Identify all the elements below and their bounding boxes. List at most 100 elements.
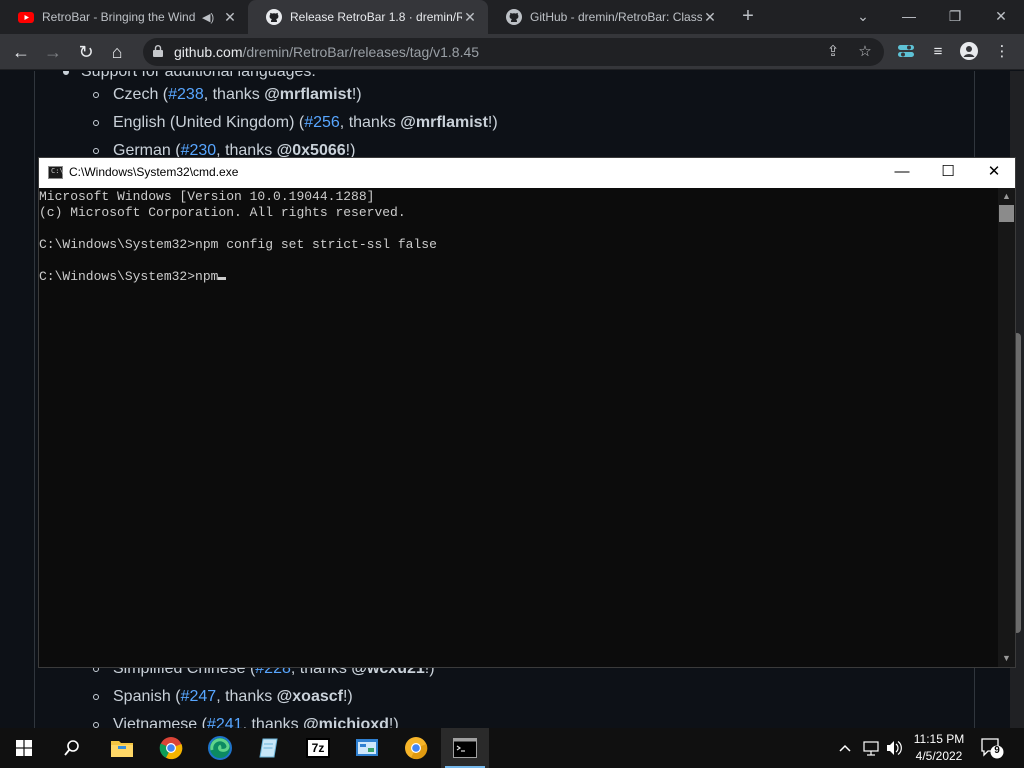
network-icon xyxy=(863,741,879,756)
console-prompt-line: C:\Windows\System32>npm xyxy=(39,269,227,285)
home-icon[interactable]: ⌂ xyxy=(104,39,130,65)
taskbar-app-control-panel[interactable] xyxy=(343,728,391,768)
tab-youtube[interactable]: RetroBar - Bringing the Wind ◀) ✕ xyxy=(0,0,248,34)
github-icon xyxy=(506,9,522,25)
item-text: !) xyxy=(342,688,353,705)
control-panel-icon xyxy=(356,739,378,756)
user-mention[interactable]: @mrflamist xyxy=(264,86,352,103)
url-text: github.com/dremin/RetroBar/releases/tag/… xyxy=(174,44,479,60)
tab-search-icon[interactable]: ⌄ xyxy=(840,0,886,34)
back-icon[interactable]: ← xyxy=(8,39,34,65)
list-bullet xyxy=(93,120,99,126)
list-item: English (United Kingdom) (#256, thanks @… xyxy=(113,114,498,132)
item-text: Czech ( xyxy=(113,86,169,103)
chrome-icon xyxy=(159,737,183,760)
speaker-icon[interactable]: ◀) xyxy=(202,11,216,24)
cmd-scrollbar-thumb[interactable] xyxy=(999,205,1014,222)
cmd-titlebar[interactable]: C:\ C:\Windows\System32\cmd.exe — ☐ ✕ xyxy=(39,158,1015,188)
issue-link[interactable]: #241 xyxy=(207,716,243,728)
edge-icon xyxy=(208,736,232,760)
user-mention[interactable]: @michioxd xyxy=(303,716,389,728)
issue-link[interactable]: #247 xyxy=(181,688,217,705)
browser-toolbar: ← → ↻ ⌂ github.com/dremin/RetroBar/relea… xyxy=(0,34,1024,70)
tab-title: GitHub - dremin/RetroBar: Class xyxy=(530,10,702,24)
search-button[interactable] xyxy=(48,728,96,768)
taskbar-clock[interactable]: 11:15 PM 4/5/2022 xyxy=(905,731,973,765)
taskbar-app-chrome[interactable] xyxy=(147,728,195,768)
tab-title: Release RetroBar 1.8 · dremin/Re xyxy=(290,10,462,24)
forward-icon[interactable]: → xyxy=(40,39,66,65)
restore-icon[interactable]: ❐ xyxy=(932,0,978,34)
tab-release[interactable]: Release RetroBar 1.8 · dremin/Re ✕ xyxy=(248,0,488,34)
file-explorer-icon xyxy=(111,741,133,757)
media-playlist-icon[interactable]: ≡ xyxy=(928,42,948,62)
item-text: , thanks xyxy=(242,716,304,728)
clock-time: 11:15 PM xyxy=(913,732,965,746)
show-hidden-icons-button[interactable] xyxy=(838,728,856,768)
taskbar-app-cmd[interactable] xyxy=(441,728,489,768)
taskbar-app-7zip[interactable]: 7z xyxy=(294,728,342,768)
cmd-scrollbar[interactable]: ▲ ▼ xyxy=(998,188,1015,667)
start-button[interactable] xyxy=(0,728,48,768)
extension-icon[interactable] xyxy=(896,42,916,62)
tab-title: RetroBar - Bringing the Wind xyxy=(42,10,196,24)
list-bullet xyxy=(93,92,99,98)
item-text: !) xyxy=(351,86,362,103)
cmd-maximize-icon[interactable]: ☐ xyxy=(925,158,971,188)
close-tab-icon[interactable]: ✕ xyxy=(702,9,718,26)
speaker-icon xyxy=(887,741,902,755)
profile-avatar-icon[interactable] xyxy=(959,42,979,62)
list-item: Vietnamese (#241, thanks @michioxd!) xyxy=(113,716,399,728)
taskbar-app-file-explorer[interactable] xyxy=(98,728,146,768)
github-icon xyxy=(266,9,282,25)
item-text: , thanks xyxy=(216,688,277,705)
cmd-title: C:\Windows\System32\cmd.exe xyxy=(69,165,239,179)
user-mention[interactable]: @mrflamist xyxy=(400,114,488,131)
console-line: C:\Windows\System32>npm config set stric… xyxy=(39,237,437,252)
extension-toggle-icon xyxy=(898,45,914,57)
chrome-canary-icon xyxy=(405,737,428,760)
item-text: Spanish ( xyxy=(113,688,181,705)
cmd-console-output[interactable]: Microsoft Windows [Version 10.0.19044.12… xyxy=(39,188,999,667)
item-text: English (United Kingdom) ( xyxy=(113,114,305,131)
person-icon xyxy=(960,42,978,60)
notification-count: 9 xyxy=(994,745,1000,756)
console-line: Microsoft Windows [Version 10.0.19044.12… xyxy=(39,189,375,204)
clock-date: 4/5/2022 xyxy=(915,749,963,763)
action-center-button[interactable]: 9 xyxy=(980,737,1004,759)
search-icon xyxy=(64,740,79,756)
issue-link[interactable]: #256 xyxy=(304,114,340,131)
bookmark-star-icon[interactable]: ☆ xyxy=(856,43,874,61)
tab-github-repo[interactable]: GitHub - dremin/RetroBar: Class ✕ xyxy=(488,0,728,34)
user-mention[interactable]: @xoascf xyxy=(277,688,343,705)
cmd-app-icon[interactable]: C:\ xyxy=(48,166,64,179)
scroll-up-icon[interactable]: ▲ xyxy=(998,188,1015,205)
address-bar[interactable]: github.com/dremin/RetroBar/releases/tag/… xyxy=(143,38,884,66)
close-tab-icon[interactable]: ✕ xyxy=(222,9,238,26)
minimize-icon[interactable]: — xyxy=(886,0,932,34)
share-icon[interactable]: ⇪ xyxy=(824,43,842,61)
new-tab-button[interactable]: + xyxy=(737,5,759,29)
cmd-window[interactable]: C:\ C:\Windows\System32\cmd.exe — ☐ ✕ Mi… xyxy=(38,157,1016,668)
taskbar-app-notepad[interactable] xyxy=(245,728,293,768)
close-window-icon[interactable]: ✕ xyxy=(978,0,1024,34)
list-bullet xyxy=(93,694,99,700)
cmd-close-icon[interactable]: ✕ xyxy=(971,158,1017,188)
item-text: Vietnamese ( xyxy=(113,716,207,728)
youtube-icon xyxy=(18,12,34,23)
volume-tray-button[interactable] xyxy=(885,728,905,768)
network-tray-button[interactable] xyxy=(862,728,882,768)
lock-icon xyxy=(153,45,163,57)
reload-icon[interactable]: ↻ xyxy=(73,39,99,65)
list-bullet xyxy=(93,148,99,154)
windows-logo-icon xyxy=(16,740,32,756)
issue-link[interactable]: #238 xyxy=(168,86,204,103)
7zip-label: 7z xyxy=(311,741,325,755)
close-tab-icon[interactable]: ✕ xyxy=(462,9,478,26)
cmd-minimize-icon[interactable]: — xyxy=(879,158,925,188)
chrome-menu-icon[interactable]: ⋮ xyxy=(992,42,1012,62)
languages-heading: Support for additional languages: xyxy=(81,71,316,80)
taskbar-app-edge[interactable] xyxy=(196,728,244,768)
taskbar-app-chrome-canary[interactable] xyxy=(392,728,440,768)
scroll-down-icon[interactable]: ▼ xyxy=(998,650,1015,667)
